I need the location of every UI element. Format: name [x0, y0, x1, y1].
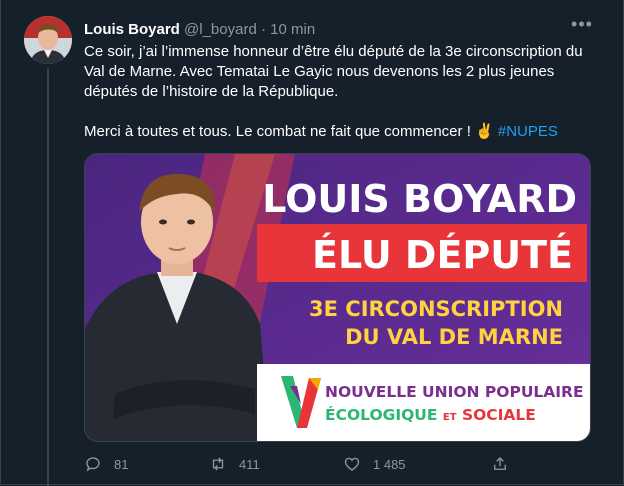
logo-line1: NOUVELLE UNION POPULAIRE [325, 383, 584, 401]
like-icon [344, 457, 360, 471]
reply-button[interactable]: 81 [84, 452, 128, 476]
logo-et: ET [443, 412, 457, 423]
retweet-count: 411 [239, 456, 260, 472]
tweet-time[interactable]: 10 min [270, 21, 315, 38]
logo-sociale: SOCIALE [462, 406, 536, 424]
avatar[interactable] [24, 16, 72, 64]
poster-headline: LOUIS BOYARD [262, 177, 577, 221]
svg-text:ÉCOLOGIQUE ET SOCI: ÉCOLOGIQUE ET SOCIALE [325, 405, 536, 424]
more-icon[interactable]: ••• [570, 15, 594, 40]
reply-count: 81 [114, 456, 129, 472]
tweet-text: Ce soir, j’ai l’immense honneur d’être é… [84, 42, 604, 142]
reply-icon [86, 457, 100, 472]
tweet-actions: 81 411 1 485 [84, 452, 524, 476]
author-handle[interactable]: @l_boyard [184, 21, 257, 38]
tweet-header: Louis Boyard @l_boyard · 10 min [84, 20, 584, 40]
author-name[interactable]: Louis Boyard [84, 21, 180, 38]
thread-line [47, 68, 49, 486]
tweet-paragraph-2: Merci à toutes et tous. Le combat ne fai… [84, 122, 604, 142]
share-button[interactable] [491, 452, 521, 476]
share-icon [494, 457, 506, 470]
poster-subtitle-line2: DU VAL DE MARNE [345, 325, 563, 349]
retweet-button[interactable]: 411 [209, 452, 260, 476]
meta-separator: · [260, 21, 266, 38]
poster-subtitle-line1: 3E CIRCONSCRIPTION [309, 297, 563, 321]
poster-banner: ÉLU DÉPUTÉ [312, 233, 573, 277]
logo-ecologique: ÉCOLOGIQUE [325, 405, 437, 424]
tweet-paragraph-1: Ce soir, j’ai l’immense honneur d’être é… [84, 43, 583, 100]
like-button[interactable]: 1 485 [343, 452, 406, 476]
retweet-icon [212, 457, 224, 471]
tweet-media-image[interactable]: LOUIS BOYARD ÉLU DÉPUTÉ 3E CIRCONSCRIPTI… [84, 153, 591, 442]
hashtag-link[interactable]: #NUPES [498, 123, 558, 140]
tweet-paragraph-2-text: Merci à toutes et tous. Le combat ne fai… [84, 123, 494, 140]
like-count: 1 485 [373, 456, 406, 472]
